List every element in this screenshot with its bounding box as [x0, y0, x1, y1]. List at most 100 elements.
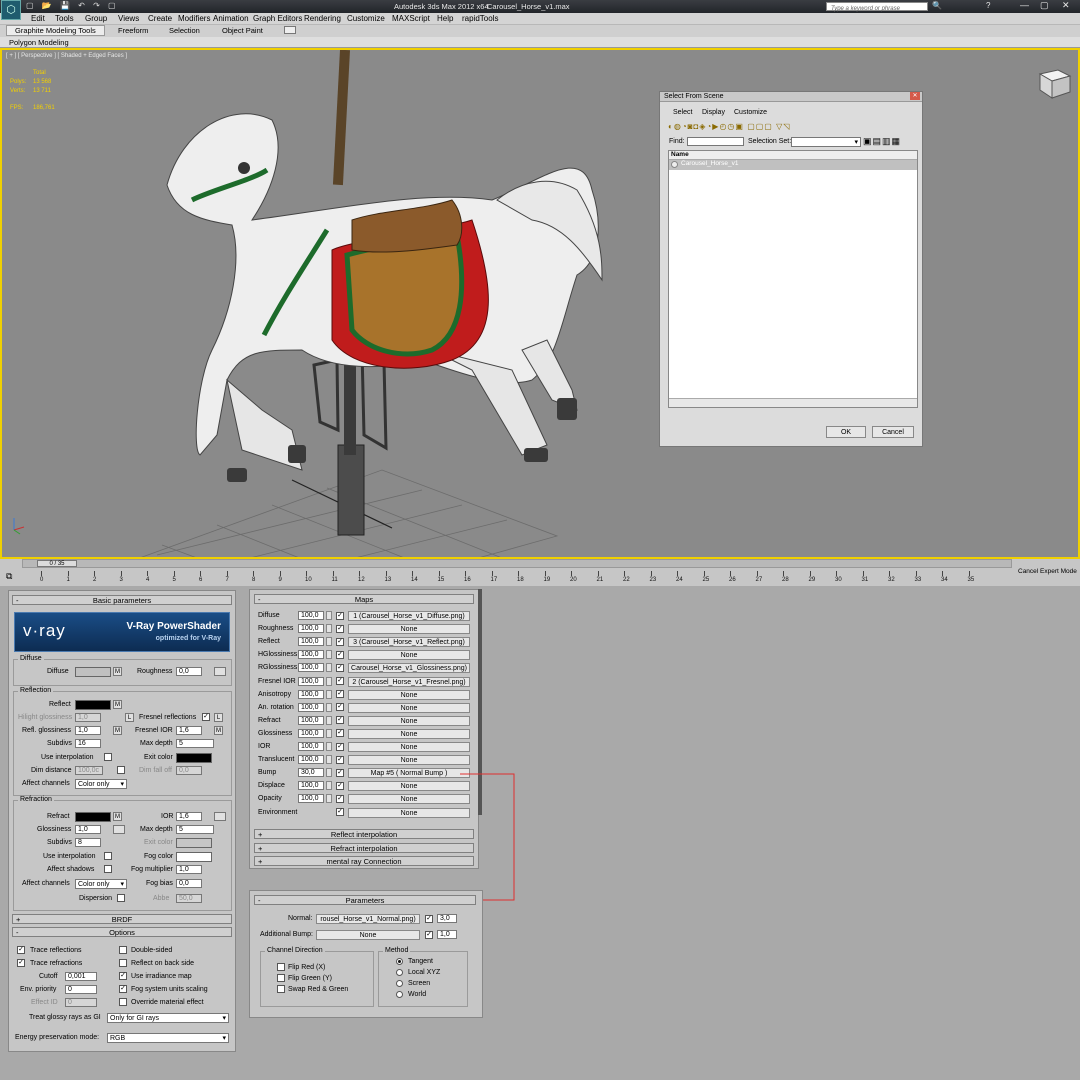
scene-list[interactable]: Name Carousel_Horse_v1	[668, 150, 918, 408]
refr-exit-color-swatch[interactable]	[176, 838, 212, 848]
filter-toolbar[interactable]: ◐◍◔◙◘◈◔▶◴◷▣ ▢▢▢ ▽◹	[668, 122, 918, 133]
parameters-rollout[interactable]: - Parameters	[254, 895, 476, 905]
map-amount-spinner[interactable]	[326, 663, 332, 673]
map-slot-button[interactable]: None	[348, 755, 470, 766]
refl-gloss-map-button[interactable]: M	[113, 726, 122, 735]
map-amount-spinner[interactable]	[326, 781, 332, 791]
maps-scrollbar[interactable]	[478, 589, 482, 815]
map-amount-input[interactable]: 30,0	[298, 768, 324, 778]
tab-object-paint[interactable]: Object Paint	[222, 26, 263, 35]
use-irr-checkbox[interactable]: ✓	[119, 972, 127, 980]
list-toolbar-icons[interactable]: ▣▤▥▦	[863, 136, 901, 147]
map-amount-spinner[interactable]	[326, 611, 332, 620]
map-slot-button[interactable]: None	[348, 715, 470, 726]
map-enable-checkbox[interactable]: ✓	[336, 663, 344, 672]
minimize-button[interactable]: —	[1020, 0, 1029, 10]
selection-set-dropdown[interactable]	[791, 137, 861, 147]
map-enable-checkbox[interactable]: ✓	[336, 650, 344, 659]
search-icon[interactable]: 🔍	[932, 1, 942, 10]
map-amount-spinner[interactable]	[326, 715, 332, 725]
list-scrollbar[interactable]	[669, 398, 917, 407]
dialog-close-button[interactable]: ✕	[910, 92, 920, 100]
cutoff-input[interactable]: 0,001	[65, 972, 97, 981]
map-enable-checkbox[interactable]: ✓	[336, 794, 344, 803]
refr-max-depth-input[interactable]: 5	[176, 825, 214, 834]
hilight-gloss-input[interactable]: 1,0	[75, 713, 101, 722]
map-amount-input[interactable]: 100,0	[298, 663, 324, 673]
map-amount-input[interactable]: 100,0	[298, 611, 324, 620]
app-logo-icon[interactable]: ⬡	[1, 0, 21, 20]
refract-color-swatch[interactable]	[75, 812, 111, 822]
map-enable-checkbox[interactable]: ✓	[336, 690, 344, 699]
close-button[interactable]: ✕	[1062, 0, 1070, 11]
time-slider-handle[interactable]: 0 / 35	[37, 560, 77, 567]
fog-color-swatch[interactable]	[176, 852, 212, 862]
map-amount-spinner[interactable]	[326, 755, 332, 765]
map-amount-input[interactable]: 100,0	[298, 781, 324, 791]
map-slot-button[interactable]: None	[348, 794, 470, 805]
dialog-menu-customize[interactable]: Customize	[734, 109, 767, 116]
map-slot-button[interactable]: None	[348, 807, 470, 818]
map-amount-spinner[interactable]	[326, 637, 332, 647]
world-radio[interactable]	[396, 991, 403, 998]
list-header[interactable]: Name	[669, 151, 917, 160]
fresnel-ior-map-button[interactable]: M	[214, 726, 223, 735]
swap-checkbox[interactable]	[277, 985, 285, 993]
map-amount-input[interactable]: 100,0	[298, 676, 324, 686]
use-interp-checkbox[interactable]	[104, 753, 112, 761]
roughness-map-button[interactable]	[214, 667, 226, 676]
menu-animation[interactable]: Animation	[213, 14, 249, 23]
normal-checkbox[interactable]: ✓	[425, 915, 433, 923]
tab-selection[interactable]: Selection	[169, 26, 200, 35]
map-slot-button[interactable]: None	[348, 742, 470, 752]
map-enable-checkbox[interactable]: ✓	[336, 768, 344, 777]
menu-customize[interactable]: Customize	[347, 14, 385, 23]
affect-channels-dropdown[interactable]: Color only	[75, 779, 127, 789]
ior-input[interactable]: 1,6	[176, 812, 202, 821]
map-enable-checkbox[interactable]: ✓	[336, 716, 344, 725]
fog-bias-input[interactable]: 0,0	[176, 879, 202, 888]
tab-polygon-modeling[interactable]: Polygon Modeling	[9, 38, 69, 47]
map-enable-checkbox[interactable]: ✓	[336, 624, 344, 633]
map-amount-input[interactable]: 100,0	[298, 702, 324, 712]
reflect-back-checkbox[interactable]	[119, 959, 127, 967]
menu-help[interactable]: Help	[437, 14, 453, 23]
fog-mult-input[interactable]: 1,0	[176, 865, 202, 874]
glossiness-input[interactable]: 1,0	[75, 825, 101, 834]
roughness-input[interactable]: 0,0	[176, 667, 202, 676]
map-amount-input[interactable]: 100,0	[298, 755, 324, 765]
add-bump-amount-input[interactable]: 1,0	[437, 930, 457, 939]
fog-units-checkbox[interactable]: ✓	[119, 985, 127, 993]
maps-rollout[interactable]: - Maps	[254, 594, 474, 604]
map-slot-button[interactable]: None	[348, 781, 470, 792]
map-enable-checkbox[interactable]: ✓	[336, 808, 344, 816]
energy-dropdown[interactable]: RGB	[107, 1033, 229, 1043]
menu-create[interactable]: Create	[148, 14, 172, 23]
subdivs-input[interactable]: 16	[75, 739, 101, 748]
hilight-lock-button[interactable]: L	[125, 713, 134, 722]
map-enable-checkbox[interactable]: ✓	[336, 755, 344, 764]
glossy-gi-dropdown[interactable]: Only for GI rays	[107, 1013, 229, 1023]
tab-freeform[interactable]: Freeform	[118, 26, 148, 35]
tab-graphite[interactable]: Graphite Modeling Tools	[6, 25, 105, 36]
menu-tools[interactable]: Tools	[55, 14, 74, 23]
abbe-input[interactable]: 50,0	[176, 894, 202, 903]
map-enable-checkbox[interactable]: ✓	[336, 781, 344, 790]
map-slot-button[interactable]: 1 (Carousel_Horse_v1_Diffuse.png)	[348, 611, 470, 621]
map-slot-button[interactable]: 2 (Carousel_Horse_v1_Fresnel.png)	[348, 676, 470, 687]
timeline-ruler[interactable]: 0 1 2 3 4 5 6 7 8 9 10 11 12 13 14 15 16 17 18 19 20 21 22 23 24…	[0, 568, 1000, 586]
fresnel-ior-input[interactable]: 1,6	[176, 726, 202, 735]
add-bump-button[interactable]: None	[316, 930, 420, 940]
dim-falloff-input[interactable]: 0,0	[176, 766, 202, 775]
menu-modifiers[interactable]: Modifiers	[178, 14, 210, 23]
map-amount-spinner[interactable]	[326, 794, 332, 804]
exit-color-swatch[interactable]	[176, 753, 212, 763]
map-amount-spinner[interactable]	[326, 676, 332, 686]
maximize-button[interactable]: ▢	[1040, 0, 1049, 11]
override-checkbox[interactable]	[119, 998, 127, 1006]
list-item[interactable]: Carousel_Horse_v1	[669, 160, 917, 170]
map-slot-button[interactable]: None	[348, 689, 470, 700]
map-slot-button[interactable]: 3 (Carousel_Horse_v1_Reflect.png)	[348, 637, 470, 648]
menu-views[interactable]: Views	[118, 14, 139, 23]
map-enable-checkbox[interactable]: ✓	[336, 677, 344, 685]
